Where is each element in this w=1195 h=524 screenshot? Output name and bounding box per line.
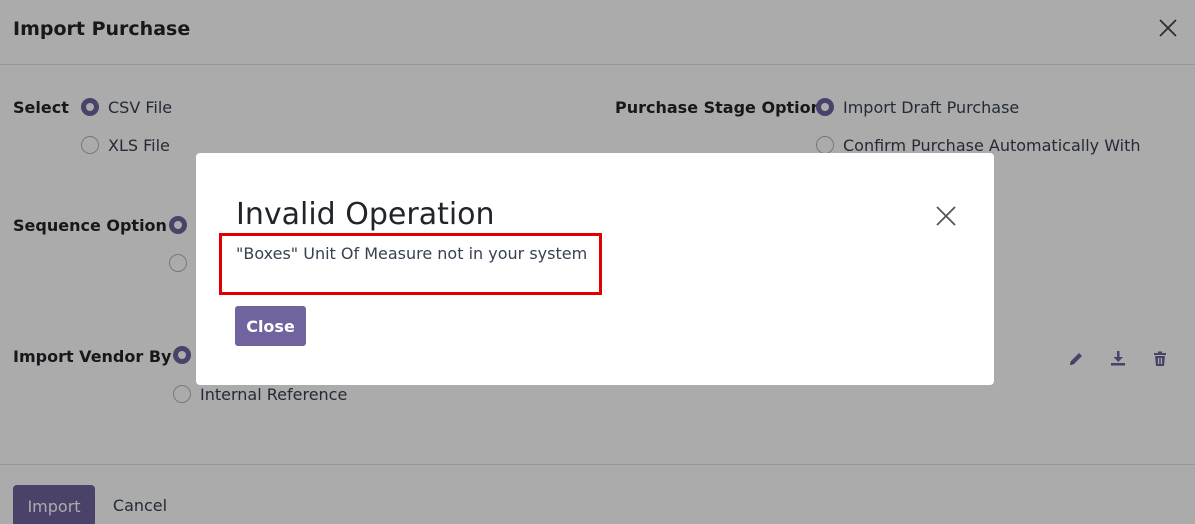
error-modal: Invalid Operation "Boxes" Unit Of Measur… bbox=[196, 153, 994, 385]
close-icon[interactable] bbox=[934, 204, 958, 228]
close-button[interactable]: Close bbox=[235, 306, 306, 346]
highlight-box bbox=[219, 233, 602, 295]
modal-title: Invalid Operation bbox=[236, 197, 495, 232]
